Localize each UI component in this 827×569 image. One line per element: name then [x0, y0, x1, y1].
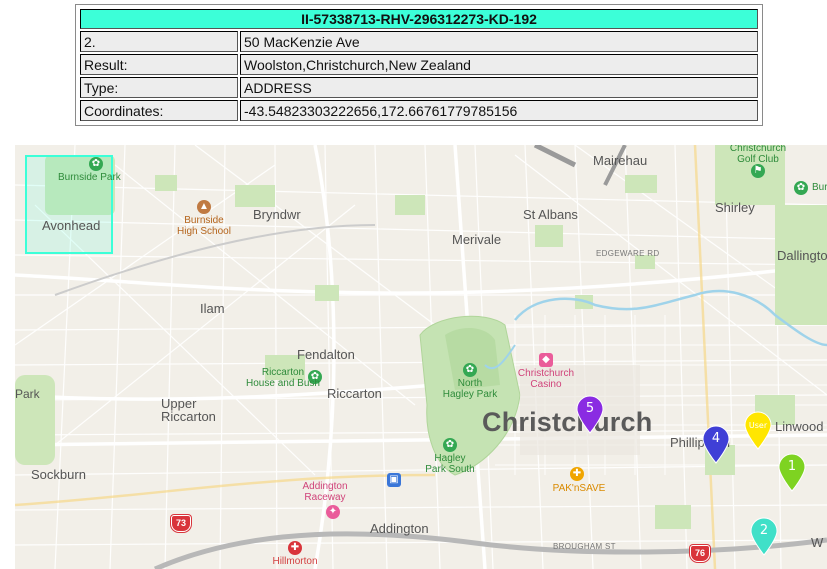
label-addington: Addington [370, 521, 429, 536]
label-christchurch: Christchurch [482, 407, 653, 437]
label-shirley: Shirley [715, 200, 755, 215]
poi-hagley-park-south: Hagley Park South [425, 453, 475, 475]
table-row: Result: Woolston,Christchurch,New Zealan… [80, 54, 758, 75]
route-shield-73: 73 [171, 515, 191, 532]
poi-riccarton-house: Riccarton House and Bush [246, 367, 320, 389]
address-value: 50 MacKenzie Ave [240, 31, 758, 52]
coordinates-value: -43.54823303222656,172.66761779785156 [240, 100, 758, 121]
result-info-panel: II-57338713-RHV-296312273-KD-192 2. 50 M… [75, 4, 763, 126]
poi-christchurch-golf-club: Christchurch Golf Club [729, 145, 787, 165]
label-avonhead: Avonhead [42, 218, 101, 233]
row-label-result: Result: [80, 54, 238, 75]
label-fendalton: Fendalton [297, 347, 355, 362]
table-row: Type: ADDRESS [80, 77, 758, 98]
poi-paknsave: PAK'nSAVE [552, 483, 606, 494]
marker-label: 1 [787, 459, 797, 474]
map-marker-2[interactable]: 2 [749, 517, 779, 557]
table-row: Coordinates: -43.54823303222656,172.6676… [80, 100, 758, 121]
poi-burwood: Bur [812, 182, 827, 193]
label-sockburn: Sockburn [31, 467, 86, 482]
poi-north-hagley-park: North Hagley Park [442, 378, 498, 400]
marker-label: 2 [759, 523, 769, 538]
raceway-icon[interactable]: ✦ [326, 505, 340, 519]
row-label-index: 2. [80, 31, 238, 52]
label-linwood: Linwood [775, 419, 824, 434]
poi-christchurch-casino: Christchurch Casino [517, 368, 575, 390]
label-riccarton: Riccarton [327, 386, 382, 401]
poi-burnside-high-school: Burnside High School [177, 215, 231, 237]
poi-burnside-park: Burnside Park [58, 172, 121, 183]
label-w-right: W [811, 535, 824, 550]
train-station-icon[interactable]: ▣ [387, 473, 401, 487]
map-marker-5[interactable]: 5 [575, 395, 605, 435]
park-icon[interactable]: ✿ [794, 181, 808, 195]
label-ilam: Ilam [200, 301, 225, 316]
street-edgeware-rd: EDGEWARE RD [596, 249, 660, 258]
hospital-icon[interactable]: ✚ [288, 541, 302, 555]
shopping-cart-icon[interactable]: ✚ [570, 467, 584, 481]
table-row: 2. 50 MacKenzie Ave [80, 31, 758, 52]
map-marker-4[interactable]: 4 [701, 425, 731, 465]
golf-icon[interactable]: ⚑ [751, 164, 765, 178]
label-bryndwr: Bryndwr [253, 207, 301, 222]
result-info-table: II-57338713-RHV-296312273-KD-192 2. 50 M… [78, 7, 760, 123]
park-icon[interactable]: ✿ [463, 363, 477, 377]
label-merivale: Merivale [452, 232, 502, 247]
park-icon[interactable]: ✿ [89, 157, 103, 171]
route-shield-76: 76 [690, 545, 710, 562]
label-mairehau: Mairehau [593, 153, 648, 168]
park-icon[interactable]: ✿ [443, 438, 457, 452]
label-park-left: Park [15, 387, 40, 401]
label-st-albans: St Albans [523, 207, 578, 222]
map-base-layer [15, 145, 827, 569]
poi-hillmorton: Hillmorton [272, 556, 318, 567]
label-upper-riccarton: Upper Riccarton [161, 396, 216, 424]
map-view[interactable]: Christchurch Mairehau St Albans Shirley … [15, 145, 827, 569]
label-dallington: Dallingto [777, 248, 827, 263]
school-icon[interactable]: ▲ [197, 200, 211, 214]
type-value: ADDRESS [240, 77, 758, 98]
poi-addington-raceway: Addington Raceway [302, 481, 348, 503]
street-brougham-st: BROUGHAM ST [553, 542, 616, 551]
map-marker-1[interactable]: 1 [777, 453, 807, 493]
marker-label: User [748, 421, 768, 430]
map-marker-user[interactable]: User [743, 411, 773, 451]
marker-label: 4 [711, 431, 721, 446]
casino-icon[interactable]: ◆ [539, 353, 553, 367]
result-id-header: II-57338713-RHV-296312273-KD-192 [80, 9, 758, 29]
row-label-coordinates: Coordinates: [80, 100, 238, 121]
marker-pin-icon [744, 411, 772, 450]
row-label-type: Type: [80, 77, 238, 98]
result-value: Woolston,Christchurch,New Zealand [240, 54, 758, 75]
marker-label: 5 [585, 401, 595, 416]
